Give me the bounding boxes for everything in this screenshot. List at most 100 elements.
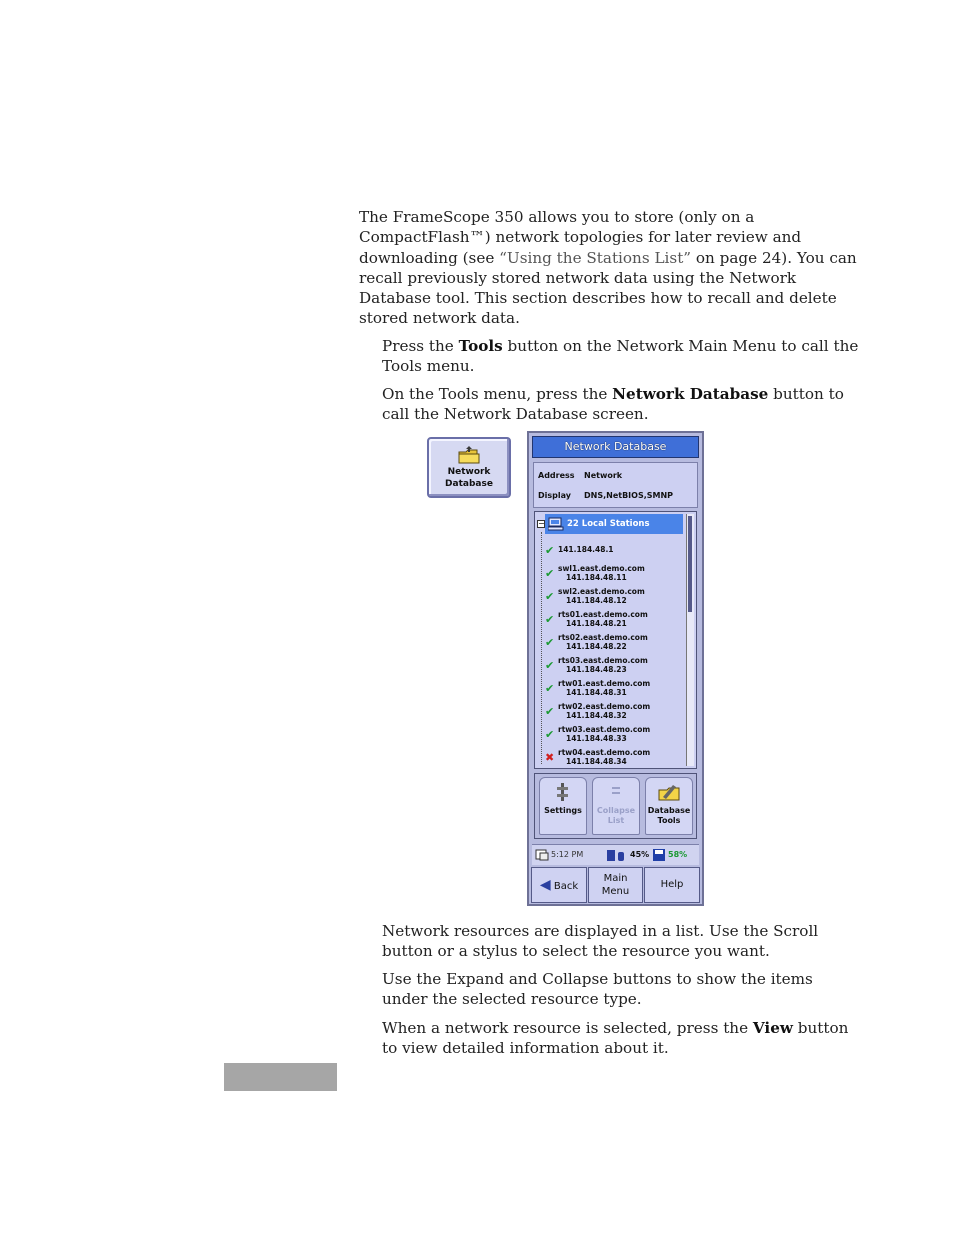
list-item-text: 141.184.48.1 [558, 545, 614, 554]
step-1: Press the Tools button on the Network Ma… [382, 336, 862, 377]
list-item-text: swl1.east.demo.com 141.184.48.11 [558, 564, 645, 582]
tree-line [541, 532, 542, 764]
note-1: Network resources are displayed in a lis… [382, 922, 819, 961]
station-name: rts02.east.demo.com [558, 633, 648, 642]
scroll-thumb[interactable] [688, 516, 692, 612]
collapse-label-2: List [607, 816, 625, 825]
settings-icon [540, 782, 586, 802]
step-1-bold: Tools [458, 337, 503, 355]
note-2: Use the Expand and Collapse buttons to s… [382, 970, 813, 1009]
station-name: rtw01.east.demo.com [558, 679, 651, 688]
station-address: 141.184.48.33 [566, 734, 627, 743]
check-icon: ✔ [545, 705, 555, 718]
check-icon: ✔ [545, 728, 555, 741]
check-icon: ✔ [545, 567, 555, 580]
station-address: 141.184.48.32 [566, 711, 627, 720]
collapse-list-button[interactable]: Collapse List [592, 777, 640, 835]
collapse-toggle[interactable]: − [537, 520, 545, 528]
check-icon: ✔ [545, 544, 555, 557]
station-address: 141.184.48.11 [566, 573, 627, 582]
station-name: rtw02.east.demo.com [558, 702, 651, 711]
back-label: Back [553, 881, 579, 892]
step-2-text-a: On the Tools menu, press the [382, 385, 613, 403]
intro-paragraph: The FrameScope 350 allows you to store (… [359, 207, 859, 329]
computer-icon [548, 517, 564, 531]
collapse-label-1: Collapse [596, 806, 636, 815]
info-panel: Address Network Display DNS,NetBIOS,SMNP [533, 462, 698, 508]
station-name: swl2.east.demo.com [558, 587, 645, 596]
help-button[interactable]: Help [644, 867, 700, 903]
check-icon: ✔ [545, 659, 555, 672]
list-item-text: swl2.east.demo.com 141.184.48.12 [558, 587, 645, 605]
note-3: When a network resource is selected, pre… [382, 1018, 862, 1059]
list-item-text: rtw01.east.demo.com 141.184.48.31 [558, 679, 650, 697]
battery-icon [607, 850, 624, 861]
station-address: 141.184.48.23 [566, 665, 627, 674]
list-header-label: 22 Local Stations [567, 519, 650, 529]
step-1-text-a: Press the [382, 337, 459, 355]
database-tools-icon [646, 782, 692, 802]
settings-button[interactable]: Settings [539, 777, 587, 835]
nav-bar: ◀ Back Main Menu Help [531, 867, 700, 903]
display-label: Display [538, 491, 571, 500]
back-arrow-icon: ◀ [539, 877, 551, 893]
screen-title: Network Database [532, 436, 699, 458]
status-battery: 45% [630, 850, 650, 859]
station-list[interactable]: − 22 Local Stations ✔ 141.184.48.1 ✔ swl1.e… [534, 511, 697, 769]
clock-icon [535, 849, 549, 861]
check-icon: ✔ [545, 682, 555, 695]
address-label: Address [538, 471, 575, 480]
list-header[interactable]: 22 Local Stations [545, 514, 683, 534]
status-bar: 5:12 PM 45% 58% [532, 844, 699, 865]
settings-label: Settings [544, 806, 582, 815]
main-menu-label-2: Menu [601, 886, 630, 897]
station-name: rts03.east.demo.com [558, 656, 648, 665]
database-tools-button[interactable]: Database Tools [645, 777, 693, 835]
back-button[interactable]: ◀ Back [531, 867, 587, 903]
help-label: Help [660, 879, 684, 890]
station-address: 141.184.48.21 [566, 619, 627, 628]
main-menu-label-1: Main [603, 873, 628, 884]
list-item-text: rts01.east.demo.com 141.184.48.21 [558, 610, 648, 628]
station-name: rtw04.east.demo.com [558, 748, 651, 757]
scrollbar[interactable] [686, 514, 694, 766]
address-value: Network [584, 471, 623, 480]
network-database-button[interactable]: Network Database [427, 437, 511, 498]
main-menu-button[interactable]: Main Menu [588, 867, 643, 903]
check-icon: ✔ [545, 590, 555, 603]
tool-area: Settings Collapse List Database Tools [534, 773, 697, 839]
display-row: Display DNS,NetBIOS,SMNP [538, 491, 673, 500]
station-address: 141.184.48.22 [566, 642, 627, 651]
list-item-text: rtw03.east.demo.com 141.184.48.33 [558, 725, 650, 743]
station-address: 141.184.48.12 [566, 596, 627, 605]
network-database-label-2: Database [445, 479, 493, 489]
station-address: 141.184.48.31 [566, 688, 627, 697]
collapse-icon [593, 782, 639, 802]
station-name: rts01.east.demo.com [558, 610, 648, 619]
status-disk: 58% [668, 850, 688, 859]
folder-icon [458, 446, 480, 464]
display-value: DNS,NetBIOS,SMNP [584, 491, 674, 500]
database-tools-label-2: Tools [657, 816, 681, 825]
check-icon: ✔ [545, 613, 555, 626]
address-row: Address Network [538, 471, 622, 480]
list-item-text: rts03.east.demo.com 141.184.48.23 [558, 656, 648, 674]
step-2: On the Tools menu, press the Network Dat… [382, 384, 862, 425]
list-item-text: rts02.east.demo.com 141.184.48.22 [558, 633, 648, 651]
page-tab-marker [224, 1063, 337, 1091]
disk-icon [653, 849, 665, 861]
error-x-icon: ✖ [545, 751, 555, 764]
step-2-bold: Network Database [612, 385, 769, 403]
station-name: 141.184.48.1 [558, 545, 614, 554]
station-name: swl1.east.demo.com [558, 564, 645, 573]
station-address: 141.184.48.34 [566, 757, 627, 766]
note-3-text-a: When a network resource is selected, pre… [382, 1019, 753, 1037]
check-icon: ✔ [545, 636, 555, 649]
database-tools-label-1: Database [647, 806, 691, 815]
station-name: rtw03.east.demo.com [558, 725, 651, 734]
note-3-bold: View [752, 1019, 793, 1037]
stations-list-link[interactable]: “Using the Stations List” [499, 249, 691, 267]
network-database-screen: Network Database Address Network Display D… [527, 431, 704, 906]
list-item-text: rtw04.east.demo.com 141.184.48.34 [558, 748, 650, 766]
network-database-label-1: Network [447, 467, 491, 477]
